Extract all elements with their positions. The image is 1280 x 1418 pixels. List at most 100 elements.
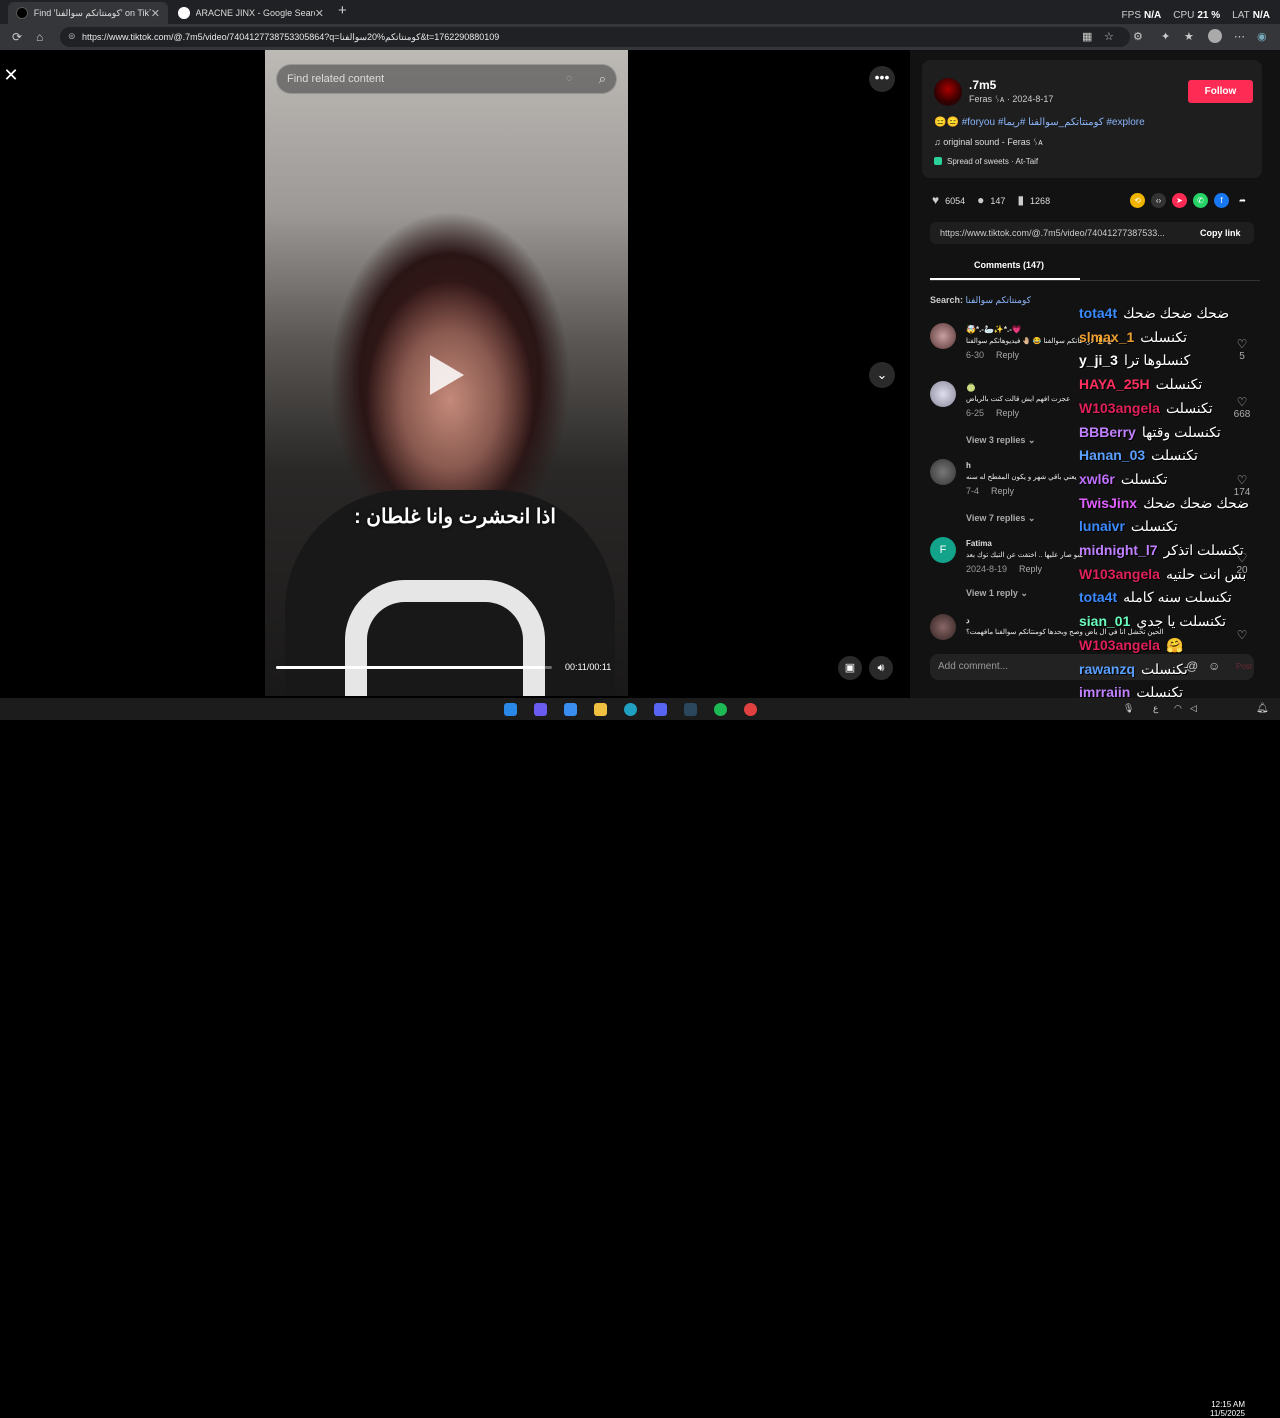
chat-username[interactable]: slmax_1 bbox=[1079, 329, 1134, 345]
related-search-box[interactable]: Find related content ◌ ⌕ bbox=[276, 64, 617, 94]
copy-link-button[interactable]: Copy link bbox=[1200, 228, 1241, 238]
edge-icon[interactable] bbox=[624, 703, 637, 716]
start-icon[interactable] bbox=[504, 703, 517, 716]
discord-icon[interactable] bbox=[654, 703, 667, 716]
chat-username[interactable]: W103angela bbox=[1079, 566, 1160, 582]
chat-username[interactable]: xwl6r bbox=[1079, 471, 1115, 487]
avatar[interactable]: F bbox=[930, 537, 956, 563]
reply-button[interactable]: Reply bbox=[1019, 564, 1042, 574]
file-explorer-icon[interactable] bbox=[594, 703, 607, 716]
speaker-icon[interactable]: ◁ bbox=[1190, 703, 1199, 716]
search-icon[interactable]: ⌕ bbox=[599, 71, 606, 87]
apps-icon[interactable]: ▦ bbox=[1082, 30, 1092, 43]
comment-like-button[interactable]: ♡ 5 bbox=[1224, 337, 1260, 362]
video-player[interactable]: Find related content ◌ ⌕ اذا انحشرت وانا… bbox=[265, 50, 628, 696]
comment-author[interactable]: h bbox=[966, 461, 971, 470]
home-icon[interactable]: ⌂ bbox=[36, 30, 43, 44]
repost-icon[interactable]: ⟲ bbox=[1130, 193, 1145, 208]
post-button[interactable]: Post bbox=[1236, 662, 1252, 671]
puzzle-icon[interactable]: ✦ bbox=[1161, 30, 1170, 43]
video-progress-bar[interactable] bbox=[276, 666, 552, 669]
save-button[interactable]: ▮ 1268 bbox=[1017, 193, 1050, 207]
avatar[interactable] bbox=[930, 381, 956, 407]
chat-username[interactable]: TwisJinx bbox=[1079, 495, 1137, 511]
description-hashtags[interactable]: #foryou #كومنتاتكم_سوالفنا #ريما #explor… bbox=[962, 117, 1145, 128]
avatar[interactable] bbox=[930, 459, 956, 485]
steam-icon[interactable] bbox=[684, 703, 697, 716]
store-icon[interactable] bbox=[564, 703, 577, 716]
play-icon[interactable] bbox=[430, 355, 464, 395]
tab-comments[interactable]: Comments (147) bbox=[974, 260, 1044, 270]
reload-icon[interactable]: ⟳ bbox=[12, 30, 22, 44]
close-icon[interactable]: ✕ bbox=[2, 66, 20, 84]
menu-icon[interactable]: ⋯ bbox=[1234, 30, 1245, 43]
site-info-icon[interactable]: ⊜ bbox=[68, 31, 76, 42]
url-field[interactable]: ⊜ https://www.tiktok.com/@.7m5/video/740… bbox=[60, 27, 1130, 47]
profile-avatar[interactable] bbox=[1208, 29, 1222, 43]
emoji-icon[interactable]: ☺ bbox=[1208, 659, 1220, 673]
reply-button[interactable]: Reply bbox=[996, 408, 1019, 418]
comment-author[interactable]: 🍈 bbox=[966, 383, 976, 392]
favorite-star-icon[interactable]: ☆ bbox=[1104, 30, 1114, 43]
view-replies-button[interactable]: View 7 replies ⌄ bbox=[966, 513, 1035, 524]
location-link[interactable]: Spread of sweets · At-Taif bbox=[934, 157, 1038, 166]
follow-button[interactable]: Follow bbox=[1188, 80, 1253, 103]
chat-username[interactable]: tota4t bbox=[1079, 305, 1117, 321]
comment-date: 6-25 bbox=[966, 408, 985, 418]
chat-username[interactable]: rawanzq bbox=[1079, 661, 1135, 677]
mic-icon[interactable]: 🎙︎ bbox=[1123, 703, 1134, 716]
tab-tiktok[interactable]: Find 'كومنتاتكم سوالفنا' on TikTok ✕ bbox=[8, 2, 168, 24]
comment-like-button[interactable]: ♡ bbox=[1224, 628, 1260, 640]
close-tab-icon[interactable]: ✕ bbox=[315, 7, 324, 20]
share-arrow-icon[interactable]: ➦ bbox=[1235, 193, 1250, 208]
comment-author[interactable]: 🤯*.-🦢✨*.-💗 bbox=[966, 325, 1022, 334]
tab-google[interactable]: ARACNE JINX - Google Search ✕ bbox=[170, 2, 332, 24]
wifi-icon[interactable]: ◠ bbox=[1174, 703, 1183, 716]
facebook-icon[interactable]: f bbox=[1214, 193, 1229, 208]
next-video-button[interactable]: ⌄ bbox=[869, 362, 895, 388]
chat-username[interactable]: HAYA_25H bbox=[1079, 376, 1150, 392]
comment-author[interactable]: Fatima bbox=[966, 539, 992, 548]
copilot-icon[interactable]: ◉ bbox=[1257, 30, 1267, 43]
chat-username[interactable]: W103angela bbox=[1079, 637, 1160, 653]
comment-like-button[interactable]: ♡ 668 bbox=[1224, 395, 1260, 420]
picture-in-picture-icon[interactable]: ▣ bbox=[838, 656, 862, 680]
comment-author[interactable]: د bbox=[966, 616, 970, 625]
avatar[interactable] bbox=[930, 614, 956, 640]
like-button[interactable]: ♥ 6054 bbox=[932, 193, 965, 207]
reply-button[interactable]: Reply bbox=[996, 350, 1019, 360]
chat-username[interactable]: Hanan_03 bbox=[1079, 447, 1145, 463]
chat-username[interactable]: midnight_l7 bbox=[1079, 542, 1158, 558]
embed-icon[interactable]: ‹› bbox=[1151, 193, 1166, 208]
reply-button[interactable]: Reply bbox=[991, 486, 1014, 496]
chat-username[interactable]: tota4t bbox=[1079, 589, 1117, 605]
volume-icon[interactable]: 🔊︎ bbox=[869, 656, 893, 680]
close-tab-icon[interactable]: ✕ bbox=[151, 7, 160, 20]
new-tab-button[interactable]: + bbox=[338, 2, 347, 19]
avatar[interactable] bbox=[930, 323, 956, 349]
chat-username[interactable]: lunaivr bbox=[1079, 518, 1125, 534]
author-handle[interactable]: .7m5 bbox=[969, 78, 996, 92]
search-query-link[interactable]: كومنتاتكم سوالفنا bbox=[966, 295, 1031, 305]
favorites-icon[interactable]: ★ bbox=[1184, 30, 1194, 43]
system-clock[interactable]: 12:15 AM 11/5/2025 bbox=[1210, 1400, 1245, 1418]
chrome-icon[interactable] bbox=[744, 703, 757, 716]
whatsapp-icon[interactable]: ✆ bbox=[1193, 193, 1208, 208]
comment-button[interactable]: ● 147 bbox=[977, 193, 1005, 207]
language-icon[interactable]: ع bbox=[1153, 703, 1162, 716]
bookmark-icon: ▮ bbox=[1017, 193, 1025, 207]
music-link[interactable]: ♫ original sound - Feras ᛊᴀ bbox=[934, 137, 1043, 147]
chat-username[interactable]: W103angela bbox=[1079, 400, 1160, 416]
chat-username[interactable]: y_ji_3 bbox=[1079, 352, 1118, 368]
more-options-button[interactable]: ••• bbox=[869, 66, 895, 92]
send-icon[interactable]: ➤ bbox=[1172, 193, 1187, 208]
extensions-icon[interactable]: ⚙ bbox=[1133, 30, 1143, 43]
author-avatar[interactable] bbox=[934, 78, 962, 106]
chat-username[interactable]: BBBerry bbox=[1079, 424, 1136, 440]
view-replies-button[interactable]: View 1 reply ⌄ bbox=[966, 588, 1028, 599]
chat-username[interactable]: sian_01 bbox=[1079, 613, 1130, 629]
spotify-icon[interactable] bbox=[714, 703, 727, 716]
copilot-taskbar-icon[interactable] bbox=[534, 703, 547, 716]
notification-icon[interactable]: 🔔︎ bbox=[1256, 703, 1269, 716]
view-replies-button[interactable]: View 3 replies ⌄ bbox=[966, 435, 1035, 446]
